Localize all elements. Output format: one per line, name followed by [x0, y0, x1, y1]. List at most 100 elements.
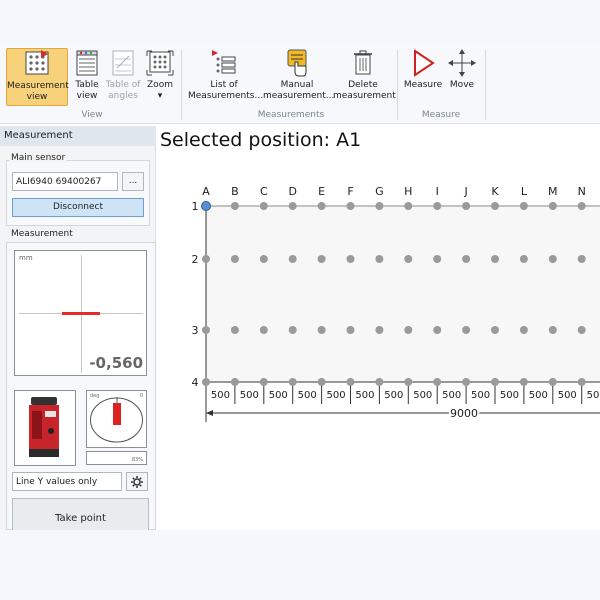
- grid-point-l2[interactable]: [519, 255, 528, 263]
- table-view-label: Table view: [75, 80, 99, 101]
- unit-label: mm: [19, 254, 33, 262]
- grid-point-d4[interactable]: [288, 378, 297, 386]
- measurement-view-icon: [25, 50, 49, 75]
- grid-point-a3[interactable]: [202, 326, 210, 334]
- grid-point-a1[interactable]: [201, 201, 211, 211]
- grid-point-a4[interactable]: [202, 378, 210, 386]
- grid-point-k3[interactable]: [491, 326, 499, 334]
- list-of-measurements-button[interactable]: List of Measurements...: [188, 48, 263, 106]
- ribbon-separator: [181, 50, 182, 120]
- grid-point-d3[interactable]: [288, 326, 297, 334]
- angle-gauge: deg 0: [86, 390, 147, 448]
- column-label-a: A: [202, 185, 210, 198]
- grid-point-n2[interactable]: [577, 255, 586, 263]
- grid-point-f1[interactable]: [346, 202, 355, 210]
- table-of-angles-button[interactable]: Table of angles: [104, 48, 142, 106]
- list-icon: [212, 50, 236, 74]
- grid-point-g4[interactable]: [375, 378, 384, 386]
- grid-point-h3[interactable]: [404, 326, 413, 334]
- grid-point-b2[interactable]: [230, 255, 239, 263]
- delete-measurement-label: Delete measurement: [333, 80, 396, 101]
- grid-point-f2[interactable]: [346, 255, 355, 263]
- grid-point-i3[interactable]: [433, 326, 442, 334]
- grid-point-j4[interactable]: [462, 378, 471, 386]
- measurement-grid: A B C D E F G H I J K L M N 1 2 3 4 500 500 500 500 500 500 500 5…: [192, 185, 600, 422]
- grid-point-k2[interactable]: [491, 255, 499, 263]
- column-label-h: H: [404, 185, 412, 198]
- grid-point-e1[interactable]: [317, 202, 326, 210]
- ribbon-separator: [485, 50, 486, 120]
- grid-point-n4[interactable]: [577, 378, 586, 386]
- column-label-n: N: [578, 185, 586, 198]
- reading-value: -0,560: [89, 354, 143, 372]
- grid-point-h1[interactable]: [404, 202, 413, 210]
- grid-point-j3[interactable]: [462, 326, 471, 334]
- spacing-label: 500: [529, 390, 548, 401]
- manual-measurement-button[interactable]: Manual measurement...: [263, 48, 334, 106]
- grid-point-m1[interactable]: [548, 202, 557, 210]
- ribbon-separator: [397, 50, 398, 120]
- grid-point-j2[interactable]: [462, 255, 471, 263]
- measurement-view-button[interactable]: Measurement view: [6, 48, 69, 106]
- table-of-angles-icon: [112, 50, 134, 76]
- grid-point-j1[interactable]: [462, 202, 471, 210]
- grid-point-e2[interactable]: [317, 255, 326, 263]
- table-of-angles-label: Table of angles: [105, 80, 141, 101]
- grid-point-n3[interactable]: [577, 326, 586, 334]
- delete-measurement-button[interactable]: Delete measurement: [333, 48, 396, 106]
- grid-point-f4[interactable]: [346, 378, 355, 386]
- grid-point-e3[interactable]: [317, 326, 326, 334]
- grid-point-b3[interactable]: [230, 326, 239, 334]
- grid-point-m2[interactable]: [548, 255, 557, 263]
- column-label-d: D: [288, 185, 296, 198]
- grid-point-c1[interactable]: [259, 202, 268, 210]
- grid-point-l4[interactable]: [519, 378, 528, 386]
- grid-point-c2[interactable]: [259, 255, 268, 263]
- grid-point-g2[interactable]: [375, 255, 384, 263]
- grid-point-f3[interactable]: [346, 326, 355, 334]
- grid-point-i4[interactable]: [433, 378, 442, 386]
- column-label-k: K: [491, 185, 499, 198]
- grid-point-k1[interactable]: [491, 202, 499, 210]
- zoom-button[interactable]: Zoom ▾: [144, 48, 176, 106]
- grid-point-l3[interactable]: [519, 326, 528, 334]
- grid-point-k4[interactable]: [491, 378, 499, 386]
- grid-point-n1[interactable]: [577, 202, 586, 210]
- grid-point-i2[interactable]: [433, 255, 442, 263]
- page-title: Selected position: A1: [160, 129, 362, 151]
- grid-point-m3[interactable]: [548, 326, 557, 334]
- table-view-button[interactable]: Table view: [71, 48, 103, 106]
- disconnect-button[interactable]: Disconnect: [12, 198, 144, 217]
- grid-point-g1[interactable]: [375, 202, 384, 210]
- grid-point-b1[interactable]: [230, 202, 239, 210]
- mode-field[interactable]: Line Y values only: [12, 472, 122, 491]
- spacing-label: 500: [587, 390, 600, 401]
- grid-point-e4[interactable]: [317, 378, 326, 386]
- grid-point-m4[interactable]: [548, 378, 557, 386]
- grid-point-d2[interactable]: [288, 255, 297, 263]
- grid-point-d1[interactable]: [288, 202, 297, 210]
- column-label-j: J: [463, 185, 467, 198]
- move-button[interactable]: Move: [445, 48, 479, 106]
- sensor-field[interactable]: ALI6940 69400267: [12, 172, 118, 191]
- column-label-i: I: [436, 185, 439, 198]
- grid-point-g3[interactable]: [375, 326, 384, 334]
- browse-sensor-button[interactable]: ...: [122, 172, 144, 191]
- grid-point-c3[interactable]: [259, 326, 268, 334]
- zoom-dropdown-arrow[interactable]: ▾: [158, 91, 163, 101]
- settings-button[interactable]: [126, 472, 148, 491]
- grid-point-h4[interactable]: [404, 378, 413, 386]
- spacing-label: 500: [558, 390, 577, 401]
- laser-device-icon: [29, 397, 59, 457]
- move-arrows-icon: [448, 49, 476, 77]
- bottom-band: [0, 530, 600, 600]
- grid-point-l1[interactable]: [519, 202, 528, 210]
- grid-point-i1[interactable]: [433, 202, 442, 210]
- spacing-label: 500: [269, 390, 288, 401]
- grid-point-b4[interactable]: [230, 378, 239, 386]
- panel-title: Measurement: [0, 126, 156, 146]
- measure-button[interactable]: Measure: [403, 48, 443, 106]
- grid-point-c4[interactable]: [259, 378, 268, 386]
- grid-point-a2[interactable]: [202, 255, 210, 263]
- grid-point-h2[interactable]: [404, 255, 413, 263]
